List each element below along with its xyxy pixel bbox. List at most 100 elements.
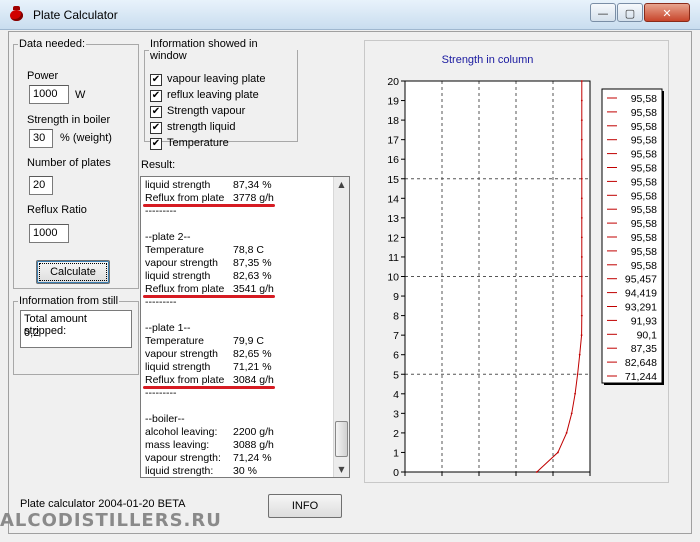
result-line-label: --------- xyxy=(145,296,177,308)
legend-entry: 95,58 xyxy=(631,232,657,244)
result-line-value: 87,35 % xyxy=(233,257,272,269)
y-tick-label: 2 xyxy=(393,428,399,440)
result-line-label: --------- xyxy=(145,205,177,217)
calculate-button[interactable]: Calculate xyxy=(36,260,110,284)
legend-entry: 87,35 xyxy=(631,343,657,355)
y-tick-label: 13 xyxy=(387,213,399,225)
legend-entry: 90,1 xyxy=(637,329,658,341)
strength-chart: Strength in column0204060801000123456789… xyxy=(387,54,664,482)
result-textarea[interactable]: liquid strength 87,34 % Reflux from plate 3… xyxy=(140,176,350,478)
result-line-value: 71,21 % xyxy=(233,361,272,373)
still-info-group: Information from still Total amount stri… xyxy=(13,295,139,375)
y-tick-label: 10 xyxy=(387,272,399,284)
scroll-up-icon[interactable]: ▲ xyxy=(334,177,349,192)
strength-point xyxy=(580,295,583,297)
y-tick-label: 0 xyxy=(393,467,399,479)
result-line-label: vapour strength xyxy=(145,348,218,360)
strength-point xyxy=(580,99,583,102)
y-tick-label: 20 xyxy=(387,76,399,88)
title-bar[interactable]: Plate Calculator — ▢ ✕ xyxy=(0,0,700,30)
strength-point xyxy=(565,432,568,434)
minimize-button[interactable]: — xyxy=(590,3,616,22)
strength-point xyxy=(580,197,583,200)
data-needed-legend: Data needed: xyxy=(19,38,86,50)
plates-input[interactable]: 20 xyxy=(29,176,53,195)
data-needed-group: Data needed: Power 1000 W Strength in bo… xyxy=(13,38,139,289)
scroll-thumb[interactable] xyxy=(335,421,348,457)
strength-vapour-checkbox[interactable]: ✔ xyxy=(150,106,162,118)
result-line-value: 82,65 % xyxy=(233,348,272,360)
legend-entry: 95,58 xyxy=(631,149,657,161)
result-line-label: liquid strength: xyxy=(145,465,214,477)
strength-liquid-label: strength liquid xyxy=(167,121,236,133)
temperature-checkbox[interactable]: ✔ xyxy=(150,138,162,150)
result-line-value: 71,24 % xyxy=(233,452,272,464)
x-tick-label: 20 xyxy=(436,480,448,482)
strength-vapour-label: Strength vapour xyxy=(167,105,246,117)
strength-point xyxy=(556,451,559,454)
y-tick-label: 19 xyxy=(387,96,399,108)
strength-point xyxy=(580,314,583,317)
still-info-legend: Information from still xyxy=(19,295,119,307)
y-tick-label: 8 xyxy=(393,311,399,323)
scroll-down-icon[interactable]: ▼ xyxy=(334,462,349,477)
strength-point xyxy=(574,392,576,395)
x-tick-label: 0 xyxy=(402,480,408,482)
strength-point xyxy=(580,80,583,82)
strength-unit: % (weight) xyxy=(60,132,112,144)
legend-entry: 93,291 xyxy=(625,302,657,314)
result-line-label: --plate 2-- xyxy=(145,231,191,243)
vapour-leaving-checkbox[interactable]: ✔ xyxy=(150,74,162,86)
strength-point xyxy=(580,177,583,180)
info-button[interactable]: INFO xyxy=(268,494,342,518)
power-unit: W xyxy=(75,89,86,101)
y-tick-label: 3 xyxy=(393,408,399,420)
y-tick-label: 5 xyxy=(393,369,399,381)
legend-entry: 71,244 xyxy=(625,371,657,383)
result-line-label: --boiler-- xyxy=(145,413,185,425)
main-panel: Data needed: Power 1000 W Strength in bo… xyxy=(8,31,692,534)
legend-entry: 95,58 xyxy=(631,107,657,119)
close-button[interactable]: ✕ xyxy=(644,3,690,22)
power-input[interactable]: 1000 xyxy=(29,85,69,104)
y-tick-label: 6 xyxy=(393,350,399,362)
info-window-group: Information showed in window ✔ vapour le… xyxy=(144,38,298,150)
status-text: Plate calculator 2004-01-20 BETA xyxy=(20,498,186,510)
legend-entry: 95,58 xyxy=(631,93,657,105)
window-title: Plate Calculator xyxy=(33,8,118,22)
strength-point xyxy=(580,138,583,141)
result-line-label: --plate 1-- xyxy=(145,322,191,334)
temperature-label: Temperature xyxy=(167,137,229,149)
reflux-leaving-checkbox[interactable]: ✔ xyxy=(150,90,162,102)
strength-liquid-checkbox[interactable]: ✔ xyxy=(150,122,162,134)
strength-point xyxy=(580,236,583,239)
reflux-input[interactable]: 1000 xyxy=(29,224,69,243)
strength-point xyxy=(580,256,583,258)
result-line-value: 87,34 % xyxy=(233,179,272,191)
legend-entry: 95,58 xyxy=(631,176,657,188)
result-line-label: mass leaving: xyxy=(145,439,210,451)
legend-entry: 95,58 xyxy=(631,135,657,147)
legend-entry: 95,58 xyxy=(631,190,657,202)
strength-point xyxy=(570,412,573,415)
strength-input[interactable]: 30 xyxy=(29,129,53,148)
x-tick-label: 40 xyxy=(473,480,485,482)
y-tick-label: 7 xyxy=(393,330,399,342)
y-tick-label: 9 xyxy=(393,291,399,303)
y-tick-label: 17 xyxy=(387,135,399,147)
power-label: Power xyxy=(27,70,59,82)
strength-point xyxy=(580,216,583,219)
legend-entry: 95,58 xyxy=(631,218,657,230)
still-info-textbox[interactable]: Total amount stripped: 0,2 xyxy=(20,310,132,348)
y-tick-label: 15 xyxy=(387,174,399,186)
result-scrollbar[interactable]: ▲ ▼ xyxy=(333,177,349,477)
maximize-button[interactable]: ▢ xyxy=(617,3,643,22)
legend-entry: 94,419 xyxy=(625,288,657,300)
legend-entry: 95,58 xyxy=(631,163,657,175)
result-line-value: 82,63 % xyxy=(233,270,272,282)
y-tick-label: 11 xyxy=(388,252,399,264)
legend-entry: 95,457 xyxy=(625,274,657,286)
legend-entry: 95,58 xyxy=(631,204,657,216)
reflux-label: Reflux Ratio xyxy=(27,204,87,216)
y-tick-label: 14 xyxy=(387,193,399,205)
